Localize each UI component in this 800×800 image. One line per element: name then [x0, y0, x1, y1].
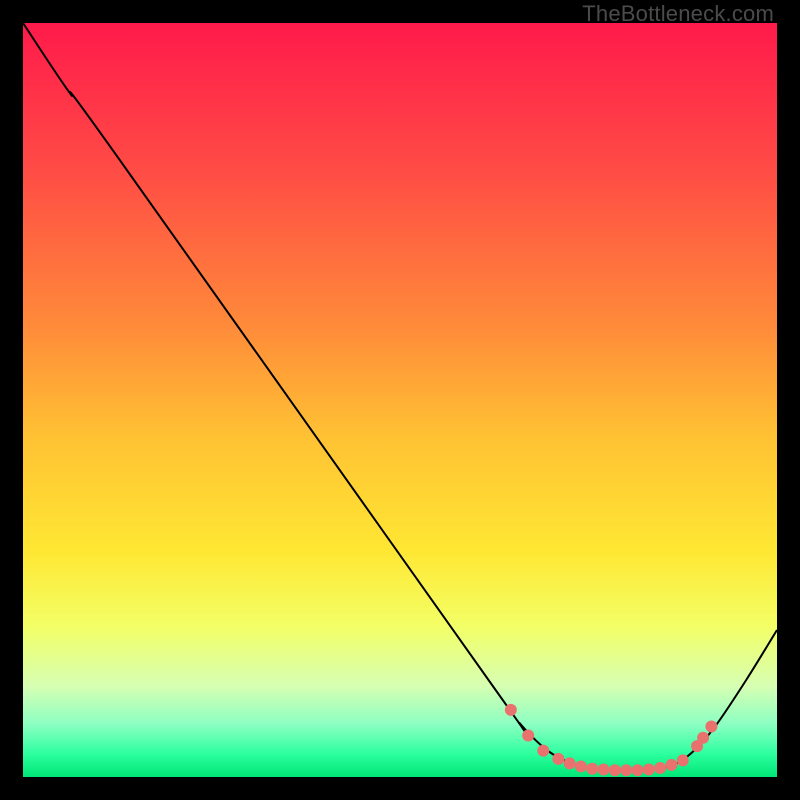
sample-dot: [522, 730, 534, 742]
sample-dot: [575, 760, 587, 772]
sample-dot: [654, 762, 666, 774]
sample-dot: [505, 704, 517, 716]
sample-dot: [665, 759, 677, 771]
sample-dot: [705, 720, 717, 732]
sample-dot: [564, 757, 576, 769]
chart-svg: [23, 23, 777, 777]
sample-dot: [632, 764, 644, 776]
sample-dot: [609, 764, 621, 776]
gradient-background: [23, 23, 777, 777]
sample-dot: [643, 763, 655, 775]
sample-dot: [552, 753, 564, 765]
sample-dot: [598, 763, 610, 775]
sample-dot: [620, 764, 632, 776]
sample-dot: [697, 732, 709, 744]
sample-dot: [586, 763, 598, 775]
sample-dot: [677, 754, 689, 766]
sample-dot: [537, 745, 549, 757]
